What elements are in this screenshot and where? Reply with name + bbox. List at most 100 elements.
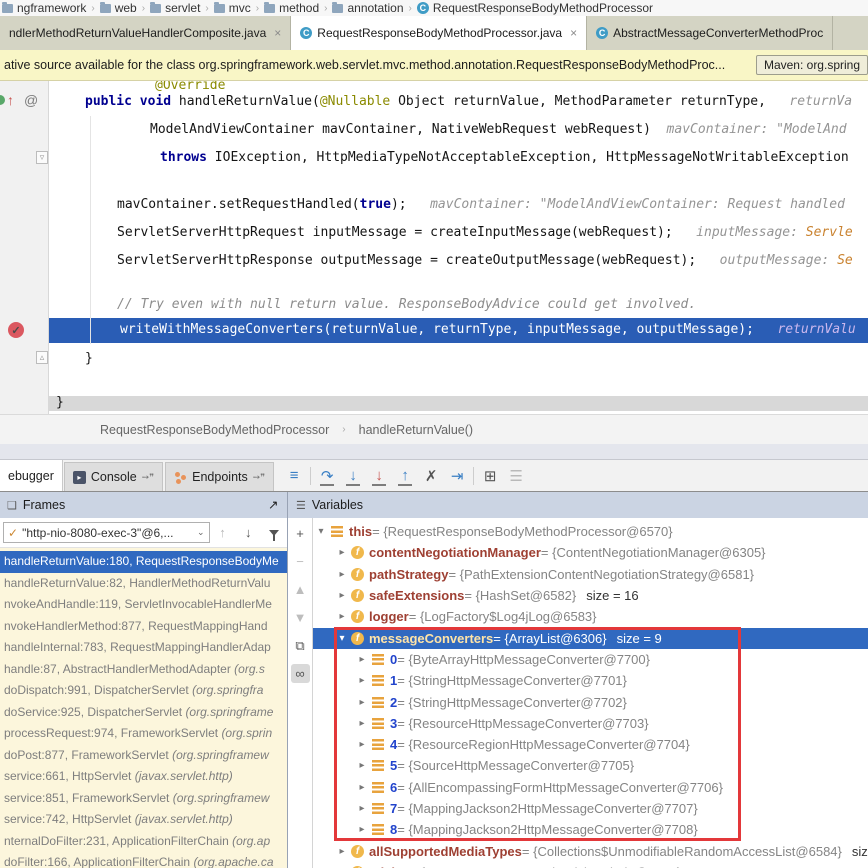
evaluate-expression-icon[interactable]: ⊞ (477, 460, 503, 491)
variables-panel[interactable]: ▾this = {RequestResponseBodyMethodProces… (313, 518, 868, 868)
code-segment: Se (837, 253, 853, 268)
variable-row[interactable]: ▾fmessageConverters = {ArrayList@6306}si… (313, 628, 868, 649)
stack-frame-row[interactable]: service:851, FrameworkServlet (org.sprin… (0, 788, 287, 810)
stack-frame-row[interactable]: doPost:877, FrameworkServlet (org.spring… (0, 745, 287, 767)
stack-frame-row[interactable]: doFilter:166, ApplicationFilterChain (or… (0, 852, 287, 868)
chevron-right-icon[interactable]: ▸ (356, 803, 368, 814)
duplicate-icon[interactable]: ⧉ (291, 636, 310, 655)
breadcrumb-item-annotation[interactable]: annotation (332, 1, 403, 15)
frames-panel[interactable]: ✓ "http-nio-8080-exec-3"@6,... ⌄ ↑ ↓ han… (0, 518, 287, 868)
show-watches-icon[interactable]: ∞ (291, 664, 310, 683)
variable-row[interactable]: ▸flogger = {LogFactory$Log4jLog@6583} (313, 606, 868, 627)
editor-gutter[interactable]: ↑ @ ▿ ▵ (0, 81, 49, 414)
override-method-icon[interactable]: ↑ (7, 92, 14, 108)
chevron-right-icon[interactable]: ▸ (356, 675, 368, 686)
stack-frame-row[interactable]: handleReturnValue:82, HandlerMethodRetur… (0, 573, 287, 595)
tab-console[interactable]: ▸ Console➙❞ (64, 462, 163, 491)
layout-menu-icon[interactable]: ≡ (281, 460, 307, 491)
breadcrumb-class[interactable]: RequestResponseBodyMethodProcessor (100, 423, 329, 437)
chevron-right-icon[interactable]: ▸ (356, 718, 368, 729)
stack-frame-row[interactable]: doService:925, DispatcherServlet (org.sp… (0, 702, 287, 724)
chevron-down-icon[interactable]: ▾ (336, 633, 348, 644)
variable-row[interactable]: ▸fsafeExtensions = {HashSet@6582}size = … (313, 585, 868, 606)
tab-debugger[interactable]: ebugger (0, 460, 63, 491)
variable-row[interactable]: ▸5 = {SourceHttpMessageConverter@7705} (313, 755, 868, 776)
breadcrumb-item-web[interactable]: web (100, 1, 137, 15)
close-icon[interactable]: × (570, 26, 577, 40)
chevron-right-icon[interactable]: ▸ (356, 739, 368, 750)
breakpoint-icon[interactable]: ✓ (8, 322, 24, 338)
chevron-right-icon[interactable]: ▸ (356, 782, 368, 793)
chevron-right-icon[interactable]: ▸ (356, 654, 368, 665)
variable-row[interactable]: ▸2 = {StringHttpMessageConverter@7702} (313, 691, 868, 712)
folder-icon (100, 4, 111, 13)
step-out-icon[interactable]: ↑ (392, 460, 418, 491)
breadcrumb-item-RequestResponseBodyMethodProcessor[interactable]: CRequestResponseBodyMethodProcessor (417, 1, 653, 15)
stack-frame-row[interactable]: nternalDoFilter:231, ApplicationFilterCh… (0, 831, 287, 853)
variable-row[interactable]: ▸fpathStrategy = {PathExtensionContentNe… (313, 564, 868, 585)
drop-frame-icon[interactable]: ✗ (418, 460, 444, 491)
stack-frame-row[interactable]: handleReturnValue:180, RequestResponseBo… (0, 551, 287, 573)
code-segment: ); (391, 197, 407, 212)
variable-row[interactable]: ▸0 = {ByteArrayHttpMessageConverter@7700… (313, 649, 868, 670)
chevron-down-icon[interactable]: ▾ (315, 526, 327, 537)
editor-tab[interactable]: CRequestResponseBodyMethodProcessor.java… (291, 16, 587, 50)
breadcrumb-item-mvc[interactable]: mvc (214, 1, 251, 15)
fold-marker-icon[interactable]: ▵ (36, 351, 48, 364)
add-watch-icon[interactable]: + (291, 524, 310, 543)
breadcrumb-method[interactable]: handleReturnValue() (359, 423, 473, 437)
force-step-into-icon[interactable]: ↓ (366, 460, 392, 491)
stack-frame-row[interactable]: handle:87, AbstractHandlerMethodAdapter … (0, 659, 287, 681)
breadcrumb-item-servlet[interactable]: servlet (150, 1, 200, 15)
chevron-right-icon[interactable]: ▸ (336, 569, 348, 580)
chevron-right-icon[interactable]: ▸ (336, 547, 348, 558)
library-source-button[interactable]: Maven: org.spring (756, 55, 868, 75)
frame-down-icon[interactable]: ↓ (235, 525, 261, 540)
frames-pin-icon[interactable]: ↗ (268, 497, 278, 512)
stack-frame-row[interactable]: doDispatch:991, DispatcherServlet (org.s… (0, 680, 287, 702)
step-over-icon[interactable]: ↷ (314, 460, 340, 491)
run-to-cursor-icon[interactable]: ⇥ (444, 460, 470, 491)
variable-row[interactable]: ▸3 = {ResourceHttpMessageConverter@7703} (313, 713, 868, 734)
variable-row[interactable]: ▸8 = {MappingJackson2HttpMessageConverte… (313, 819, 868, 840)
step-into-icon[interactable]: ↓ (340, 460, 366, 491)
stack-frame-row[interactable]: handleInternal:783, RequestMappingHandle… (0, 637, 287, 659)
breadcrumb-item-ngframework[interactable]: ngframework (2, 1, 86, 15)
variable-name: pathStrategy (369, 567, 448, 582)
variable-row[interactable]: ▸6 = {AllEncompassingFormHttpMessageConv… (313, 777, 868, 798)
move-down-icon[interactable]: ▼ (291, 608, 310, 627)
stack-frame-row[interactable]: service:742, HttpServlet (javax.servlet.… (0, 809, 287, 831)
stack-frame-row[interactable]: service:661, HttpServlet (javax.servlet.… (0, 766, 287, 788)
chevron-right-icon[interactable]: ▸ (336, 590, 348, 601)
stack-frame-row[interactable]: processRequest:974, FrameworkServlet (or… (0, 723, 287, 745)
close-icon[interactable]: × (274, 26, 281, 40)
thread-selector[interactable]: ✓ "http-nio-8080-exec-3"@6,... ⌄ (3, 522, 210, 543)
breadcrumb-item-method[interactable]: method (264, 1, 319, 15)
layout-settings-icon[interactable]: ☰ (503, 460, 529, 491)
chevron-right-icon[interactable]: ▸ (356, 760, 368, 771)
chevron-right-icon[interactable]: ▸ (336, 846, 348, 857)
frame-up-icon[interactable]: ↑ (210, 525, 236, 540)
tab-endpoints[interactable]: Endpoints➙❞ (165, 462, 274, 491)
variable-row[interactable]: ▾this = {RequestResponseBodyMethodProces… (313, 521, 868, 542)
variable-row[interactable]: ▸fcontentNegotiationManager = {ContentNe… (313, 542, 868, 563)
stack-frame-row[interactable]: nvokeHandlerMethod:877, RequestMappingHa… (0, 616, 287, 638)
fold-marker-icon[interactable]: ▿ (36, 151, 48, 164)
variable-row[interactable]: ▸1 = {StringHttpMessageConverter@7701} (313, 670, 868, 691)
chevron-right-icon[interactable]: ▸ (336, 611, 348, 622)
variable-row[interactable]: ▸4 = {ResourceRegionHttpMessageConverter… (313, 734, 868, 755)
move-up-icon[interactable]: ▲ (291, 580, 310, 599)
code-segment: public void (85, 94, 179, 109)
remove-watch-icon[interactable]: − (291, 552, 310, 571)
editor-tab[interactable]: ndlerMethodReturnValueHandlerComposite.j… (0, 16, 291, 50)
stack-frame-row[interactable]: nvokeAndHandle:119, ServletInvocableHand… (0, 594, 287, 616)
variable-row[interactable]: ▸7 = {MappingJackson2HttpMessageConverte… (313, 798, 868, 819)
chevron-right-icon[interactable]: ▸ (356, 824, 368, 835)
code-editor[interactable]: ↑ @ ▿ ▵ ✓ @Overridepublic void handleRet… (0, 81, 868, 414)
variable-row[interactable]: ▸fallSupportedMediaTypes = {Collections$… (313, 841, 868, 862)
chevron-right-icon[interactable]: ▸ (356, 697, 368, 708)
variable-row[interactable]: ▸fadvice = {RequestResponseBodyAdviceCha… (313, 862, 868, 868)
filter-frames-icon[interactable] (261, 527, 287, 538)
editor-tab[interactable]: CAbstractMessageConverterMethodProc (587, 16, 833, 50)
code-segment: Object returnValue, MethodParameter retu… (390, 94, 766, 109)
